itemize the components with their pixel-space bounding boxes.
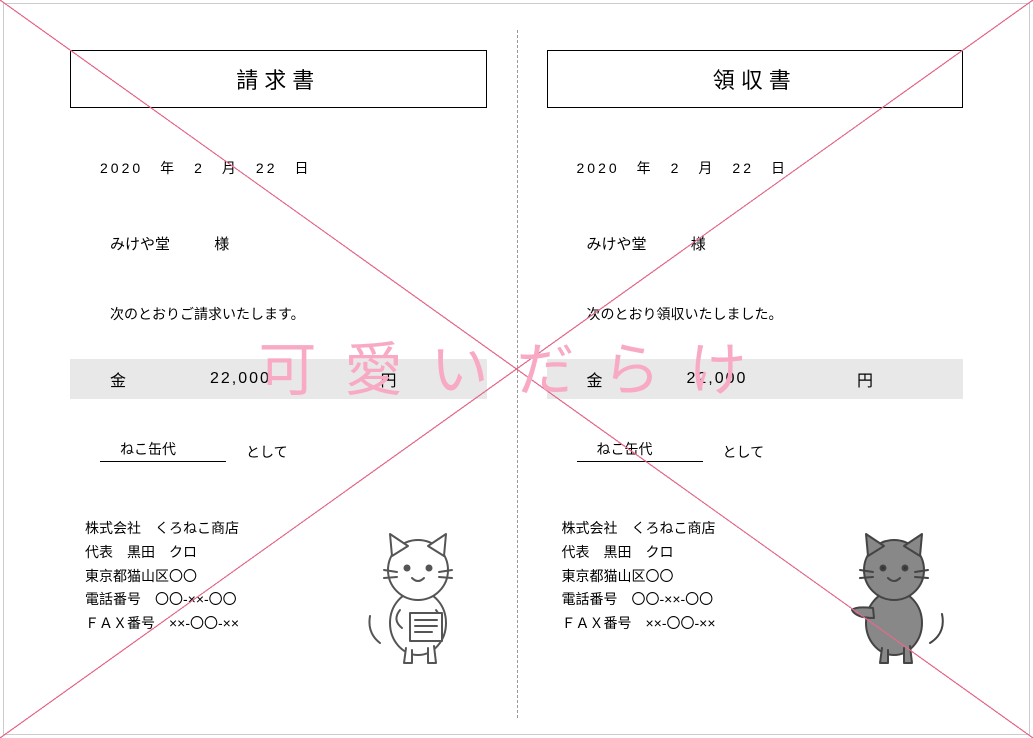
- vertical-divider: [517, 30, 518, 718]
- invoice-amount-unit: 円: [380, 367, 446, 391]
- receipt-amount-value: 22,000: [657, 370, 857, 388]
- receipt-amount-unit: 円: [857, 367, 923, 391]
- white-cat-icon: [362, 528, 477, 668]
- invoice-amount-value: 22,000: [180, 370, 380, 388]
- receipt-title: 領収書: [547, 50, 964, 108]
- invoice-recipient-honorific: 様: [214, 236, 229, 253]
- receipt-recipient-honorific: 様: [691, 236, 706, 253]
- invoice-purpose-suffix: として: [246, 442, 288, 462]
- receipt-recipient-name: みけや堂: [587, 236, 647, 253]
- receipt-amount-row: 金 22,000 円: [547, 359, 964, 399]
- gray-cat-icon: [838, 528, 953, 668]
- receipt-purpose-suffix: として: [723, 442, 765, 462]
- invoice-recipient-name: みけや堂: [110, 236, 170, 253]
- invoice-amount-label: 金: [110, 367, 180, 391]
- receipt-recipient: みけや堂 様: [587, 233, 964, 254]
- invoice-recipient: みけや堂 様: [110, 233, 487, 254]
- invoice-title: 請求書: [70, 50, 487, 108]
- invoice-date: 2020 年 2 月 22 日: [100, 158, 487, 178]
- receipt-amount-label: 金: [587, 367, 657, 391]
- receipt-panel: 領収書 2020 年 2 月 22 日 みけや堂 様 次のとおり領収いたしました…: [517, 30, 994, 708]
- invoice-panel: 請求書 2020 年 2 月 22 日 みけや堂 様 次のとおりご請求いたします…: [40, 30, 517, 708]
- receipt-purpose-row: ねこ缶代 として: [577, 439, 964, 462]
- invoice-amount-row: 金 22,000 円: [70, 359, 487, 399]
- receipt-statement: 次のとおり領収いたしました。: [587, 304, 964, 324]
- receipt-date: 2020 年 2 月 22 日: [577, 158, 964, 178]
- invoice-purpose-row: ねこ缶代 として: [100, 439, 487, 462]
- invoice-purpose: ねこ缶代: [100, 439, 226, 462]
- invoice-statement: 次のとおりご請求いたします。: [110, 304, 487, 324]
- receipt-purpose: ねこ缶代: [577, 439, 703, 462]
